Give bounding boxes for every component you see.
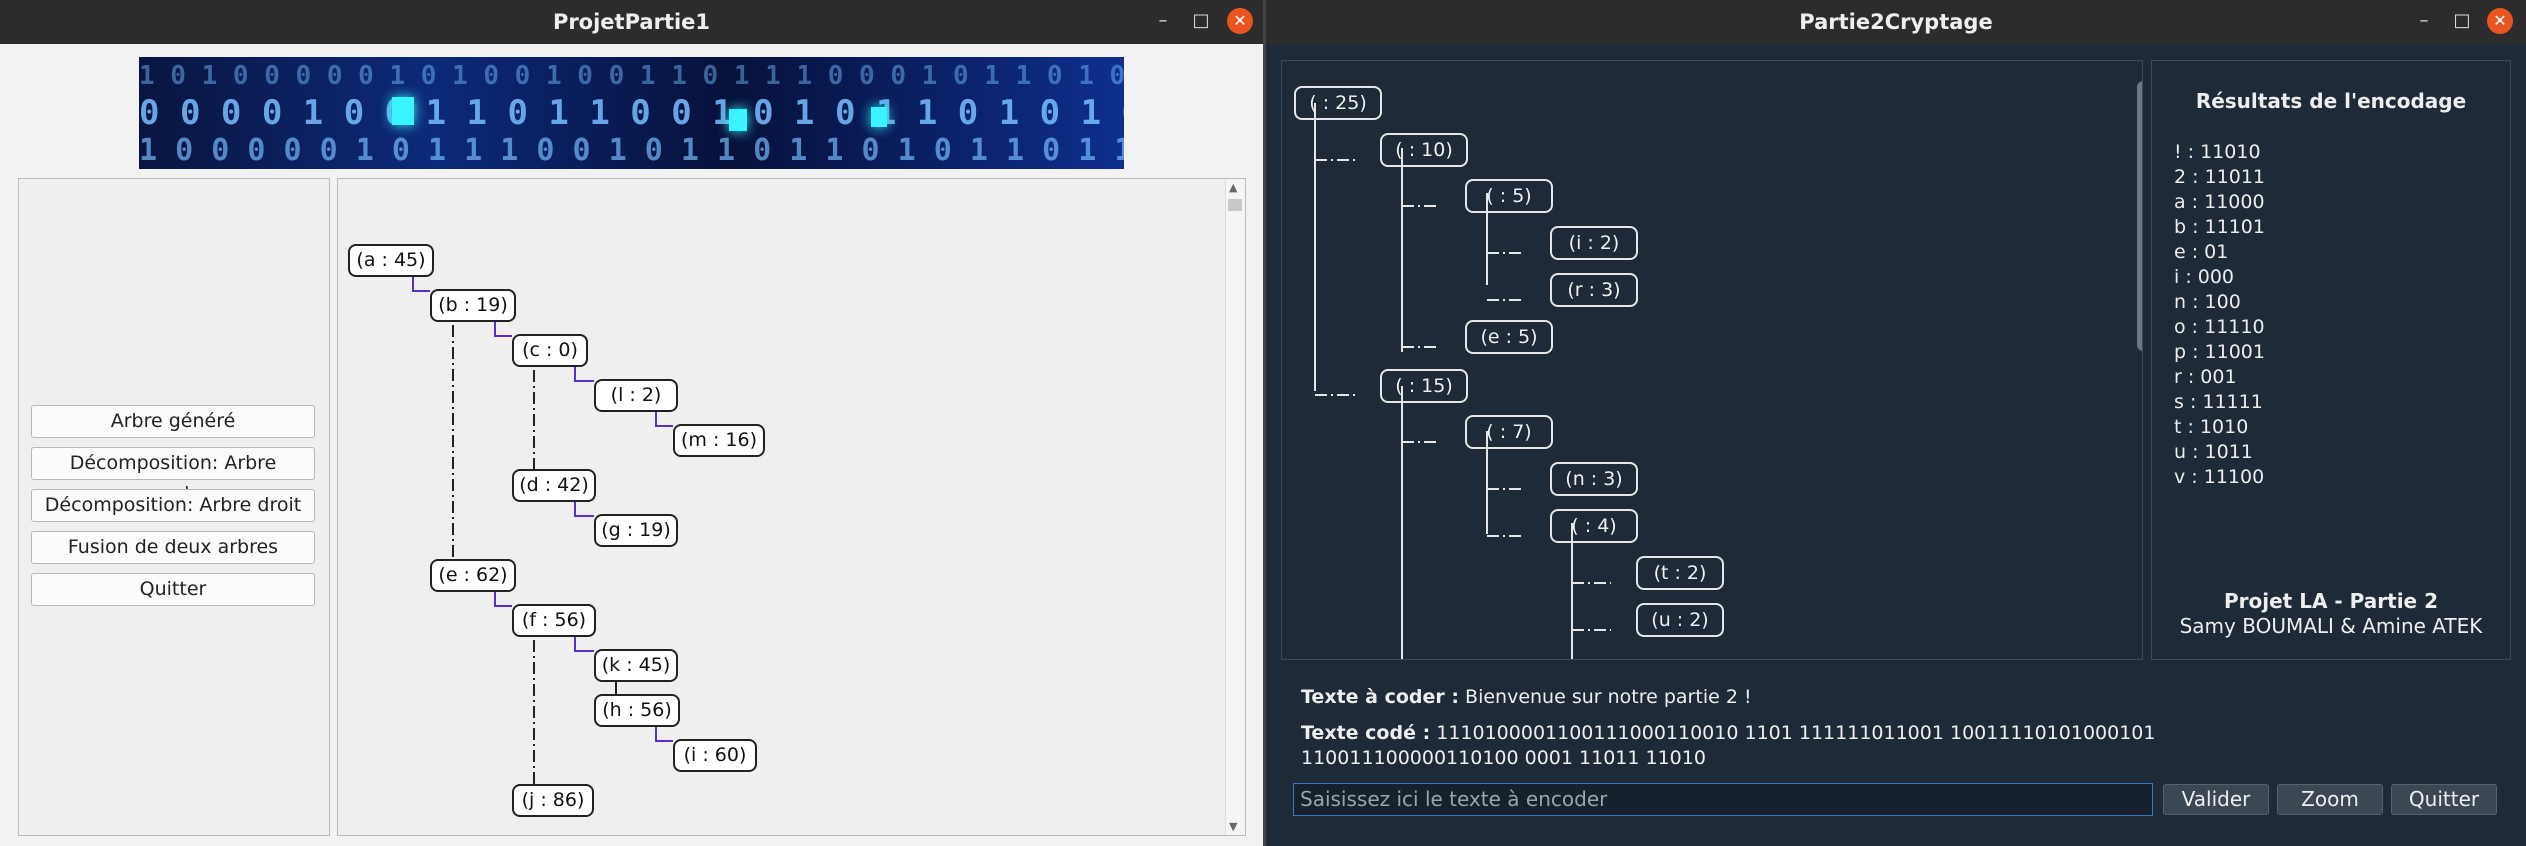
maximize-icon[interactable]: □ <box>2449 8 2475 34</box>
titlebar[interactable]: ProjetPartie1 – □ ✕ <box>0 0 1263 44</box>
tree-node[interactable]: (i : 2) <box>1550 226 1638 260</box>
quitter-button[interactable]: Quitter <box>2391 784 2497 815</box>
tree-node[interactable]: (j : 86) <box>512 784 594 817</box>
banner-glow <box>871 107 887 127</box>
code-entry: p : 11001 <box>2174 341 2265 363</box>
scroll-down-icon[interactable]: ▼ <box>1229 820 1237 833</box>
banner-glow <box>729 109 747 131</box>
zoom-button[interactable]: Zoom <box>2277 784 2383 815</box>
tree-node[interactable]: ( : 7) <box>1465 415 1553 449</box>
tree-connectors <box>412 262 673 786</box>
banner-glow <box>392 97 414 125</box>
code-entry: r : 001 <box>2174 366 2237 388</box>
close-icon[interactable]: ✕ <box>2487 8 2513 34</box>
banner-row: 0 0 0 0 1 0 0 1 1 0 1 1 0 0 1 0 1 0 1 1 … <box>139 93 1124 133</box>
code-entry: u : 1011 <box>2174 441 2253 463</box>
arbre-genere-button[interactable]: Arbre généré <box>31 405 315 438</box>
tree-node[interactable]: (l : 2) <box>594 379 678 412</box>
code-entry: v : 11100 <box>2174 466 2265 488</box>
code-entry: a : 11000 <box>2174 191 2265 213</box>
action-panel: Arbre généré Décomposition: Arbre gauche… <box>18 178 330 836</box>
scrollbar-thumb[interactable] <box>1228 199 1242 211</box>
window-title: Partie2Cryptage <box>1799 10 1993 34</box>
scroll-up-icon[interactable]: ▲ <box>1229 181 1237 194</box>
coded-text-line2: 110011100000110100 0001 11011 11010 <box>1301 747 1706 769</box>
code-entry: e : 01 <box>2174 241 2229 263</box>
close-icon[interactable]: ✕ <box>1227 8 1253 34</box>
tree-node[interactable]: (i : 60) <box>673 739 757 772</box>
tree-node[interactable]: (e : 5) <box>1465 320 1553 354</box>
decomposition-droit-button[interactable]: Décomposition: Arbre droit <box>31 489 315 522</box>
huffman-tree-view[interactable]: ( : 25) ( : 10) ( : 5) (i : 2) (r : 3) (… <box>1281 60 2143 660</box>
fusion-arbres-button[interactable]: Fusion de deux arbres <box>31 531 315 564</box>
tree-node[interactable]: ( : 10) <box>1380 133 1468 167</box>
tree-node[interactable]: ( : 5) <box>1465 179 1553 213</box>
vertical-scrollbar[interactable]: ▲ ▼ <box>1225 179 1245 835</box>
encoding-results-panel: Résultats de l'encodage ! : 11010 2 : 11… <box>2151 60 2511 660</box>
banner-row: 1 0 0 0 0 0 1 0 1 1 1 0 0 1 0 1 1 0 1 1 … <box>139 133 1124 168</box>
code-entry: s : 11111 <box>2174 391 2263 413</box>
project-authors: Samy BOUMALI & Amine ATEK <box>2179 614 2483 638</box>
window-projet-partie1: ProjetPartie1 – □ ✕ 1 0 1 0 0 0 0 0 1 0 … <box>0 0 1263 846</box>
coded-text-row: Texte codé : 1110100001100111000110010 1… <box>1301 722 2155 744</box>
minimize-icon[interactable]: – <box>2411 8 2437 34</box>
tree-node[interactable]: (b : 19) <box>430 289 516 322</box>
window-partie2-cryptage: Partie2Cryptage – □ ✕ (: 25) (: 10) (… <box>1266 0 2526 846</box>
decomposition-gauche-button[interactable]: Décomposition: Arbre gauche <box>31 447 315 505</box>
tree-node[interactable]: (u : 2) <box>1636 603 1724 637</box>
tree-node[interactable]: (r : 3) <box>1550 273 1638 307</box>
text-to-encode-value: Bienvenue sur notre partie 2 ! <box>1465 686 1752 708</box>
tree-node[interactable]: (k : 45) <box>594 649 678 682</box>
tree-node[interactable]: (a : 45) <box>348 244 434 277</box>
code-entry: o : 11110 <box>2174 316 2265 338</box>
window-title: ProjetPartie1 <box>552 10 711 34</box>
tree-view[interactable]: (a : 45) (b : 19) (c : 0) (l : 2) (m : 1… <box>337 178 1246 836</box>
binary-banner-image: 1 0 1 0 0 0 0 0 1 0 1 0 0 1 0 0 1 1 0 1 … <box>139 57 1124 169</box>
code-entry: t : 1010 <box>2174 416 2249 438</box>
coded-text-label: Texte codé : <box>1301 722 1431 744</box>
tree-node[interactable]: (e : 62) <box>430 559 516 592</box>
text-to-encode-label: Texte à coder : <box>1301 686 1459 708</box>
tree-node[interactable]: ( : 15) <box>1380 369 1468 403</box>
code-entry: ! : 11010 <box>2174 141 2261 163</box>
text-to-encode-row: Texte à coder : Bienvenue sur notre part… <box>1301 686 1752 708</box>
coded-text-line1: 1110100001100111000110010 1101 111111011… <box>1436 722 2156 744</box>
tree-node[interactable]: ( : 4) <box>1550 509 1638 543</box>
tree-node[interactable]: (h : 56) <box>594 694 680 727</box>
minimize-icon[interactable]: – <box>1150 8 1176 34</box>
titlebar[interactable]: Partie2Cryptage – □ ✕ <box>1266 0 2526 44</box>
tree-node[interactable]: (d : 42) <box>512 469 596 502</box>
project-title: Projet LA - Partie 2 <box>2224 589 2438 613</box>
code-entry: i : 000 <box>2174 266 2235 288</box>
tree-node[interactable]: (g : 19) <box>594 514 678 547</box>
valider-button[interactable]: Valider <box>2163 784 2269 815</box>
maximize-icon[interactable]: □ <box>1188 8 1214 34</box>
banner-row: 1 0 1 0 0 0 0 0 1 0 1 0 0 1 0 0 1 1 0 1 … <box>139 61 1124 91</box>
tree-node[interactable]: (t : 2) <box>1636 556 1724 590</box>
tree-node[interactable]: (m : 16) <box>673 424 765 457</box>
code-entry: b : 11101 <box>2174 216 2265 238</box>
code-entry: n : 100 <box>2174 291 2241 313</box>
encode-text-input[interactable]: Saisissez ici le texte à encoder <box>1293 783 2153 816</box>
tree-node[interactable]: ( : 25) <box>1294 86 1382 120</box>
tree-node[interactable]: (c : 0) <box>512 334 588 367</box>
results-title: Résultats de l'encodage <box>2195 89 2467 113</box>
code-entry: 2 : 11011 <box>2174 166 2266 188</box>
tree-node[interactable]: (f : 56) <box>512 604 596 637</box>
tree-node[interactable]: (n : 3) <box>1550 462 1638 496</box>
scrollbar-thumb[interactable] <box>2137 81 2142 351</box>
quitter-button[interactable]: Quitter <box>31 573 315 606</box>
